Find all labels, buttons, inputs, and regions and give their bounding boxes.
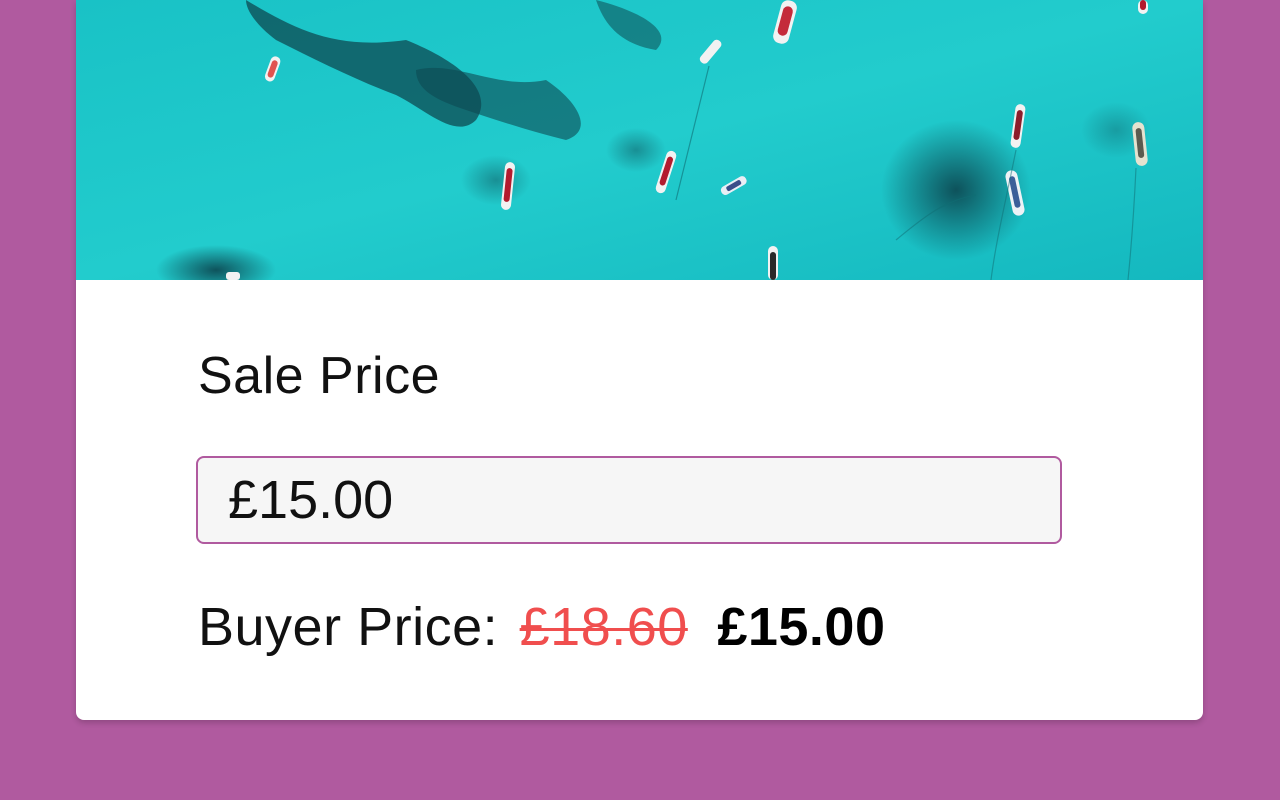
buyer-price-row: Buyer Price: £18.60 £15.00 [198, 594, 885, 660]
boat [226, 272, 240, 280]
ocean-boats-image [76, 0, 1203, 280]
boat [1138, 0, 1148, 14]
original-price: £18.60 [519, 597, 688, 657]
sale-price-label: Sale Price [198, 347, 440, 405]
sale-price-input[interactable] [196, 456, 1062, 544]
buyer-price-label: Buyer Price: [198, 597, 499, 657]
sale-price-value: £15.00 [717, 597, 886, 657]
product-card: Sale Price Buyer Price: £18.60 £15.00 [76, 0, 1203, 720]
boat [768, 246, 778, 280]
